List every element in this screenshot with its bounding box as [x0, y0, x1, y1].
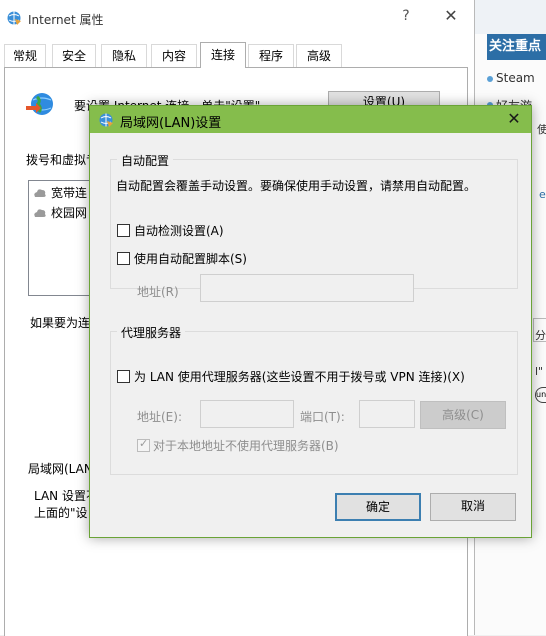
strip-text-fragment: l" — [535, 365, 544, 378]
use-proxy-checkbox[interactable] — [117, 370, 130, 383]
advanced-button[interactable]: 高级(C) — [420, 401, 506, 429]
tab-connections[interactable]: 连接 — [200, 42, 246, 68]
lan-section-label: 局域网(LAN — [28, 462, 93, 476]
bypass-local-label[interactable]: 对于本地地址不使用代理服务器(B) — [153, 437, 339, 454]
tab-programs[interactable]: 程序 — [248, 44, 294, 67]
auto-config-group: 自动配置 自动配置会覆盖手动设置。要确保使用手动设置，请禁用自动配置。 自动检测… — [110, 152, 518, 289]
proxy-server-legend: 代理服务器 — [117, 324, 186, 341]
tab-content[interactable]: 内容 — [151, 44, 197, 67]
strip-header: 关注重点 — [487, 34, 546, 60]
tab-privacy[interactable]: 隐私 — [101, 44, 147, 67]
ok-button[interactable]: 确定 — [335, 493, 421, 521]
auto-detect-checkbox[interactable] — [117, 224, 130, 237]
tab-security[interactable]: 安全 — [52, 44, 96, 67]
list-item[interactable]: 校园网 — [33, 205, 87, 221]
list-item[interactable]: 宽带连 — [33, 185, 87, 201]
tab-advanced[interactable]: 高级 — [296, 44, 342, 67]
proxy-port-input[interactable] — [359, 400, 415, 428]
network-connection-icon — [34, 189, 46, 197]
network-connection-icon — [34, 209, 46, 217]
proxy-port-label: 端口(T): — [300, 410, 345, 424]
options-title: Internet 属性 — [28, 13, 104, 27]
strip-link-fragment[interactable]: ea — [539, 188, 546, 201]
help-button[interactable]: ? — [396, 8, 416, 24]
strip-bullet-item[interactable]: Steam — [487, 71, 535, 85]
lan-description-line-2: 上面的"设 — [34, 506, 88, 520]
internet-options-icon — [99, 113, 113, 127]
dialup-item-label: 宽带连 — [51, 186, 88, 200]
bypass-local-checkbox[interactable]: ✓ — [137, 437, 150, 452]
auto-detect-label[interactable]: 自动检测设置(A) — [134, 222, 224, 239]
proxy-note-text: 如果要为连 — [30, 316, 91, 330]
auto-script-label[interactable]: 使用自动配置脚本(S) — [134, 250, 247, 267]
lan-dialog-titlebar: 局域网(LAN)设置 ✕ — [90, 106, 531, 133]
strip-box — [533, 318, 546, 342]
proxy-address-input[interactable] — [200, 400, 294, 428]
auto-config-note: 自动配置会覆盖手动设置。要确保使用手动设置，请禁用自动配置。 — [116, 179, 477, 193]
strip-circle-badge: un — [535, 387, 546, 403]
internet-options-icon — [7, 11, 21, 25]
dialup-vpn-label: 拨号和虚拟专 — [26, 153, 99, 167]
cancel-button[interactable]: 取消 — [430, 493, 516, 521]
lan-dialog-close-button[interactable]: ✕ — [504, 109, 524, 128]
options-close-button[interactable]: ✕ — [440, 6, 462, 25]
auto-script-checkbox[interactable] — [117, 252, 130, 265]
strip-text-fragment: 使 — [537, 123, 546, 136]
script-address-label: 地址(R) — [137, 285, 179, 299]
checkmark-icon: ✓ — [139, 437, 149, 450]
use-proxy-label[interactable]: 为 LAN 使用代理服务器(这些设置不用于拨号或 VPN 连接)(X) — [134, 368, 465, 385]
strip-top-bar — [475, 0, 546, 34]
globe-connection-icon — [26, 93, 53, 115]
options-titlebar: Internet 属性 ? ✕ — [0, 0, 474, 38]
auto-config-legend: 自动配置 — [117, 152, 174, 169]
dialup-item-label: 校园网 — [51, 206, 88, 220]
lan-dialog-title: 局域网(LAN)设置 — [120, 116, 222, 131]
proxy-address-label: 地址(E): — [137, 410, 182, 424]
lan-settings-dialog: 局域网(LAN)设置 ✕ 自动配置 自动配置会覆盖手动设置。要确保使用手动设置，… — [89, 105, 532, 538]
script-address-input[interactable] — [200, 274, 414, 302]
tab-general[interactable]: 常规 — [4, 44, 46, 67]
